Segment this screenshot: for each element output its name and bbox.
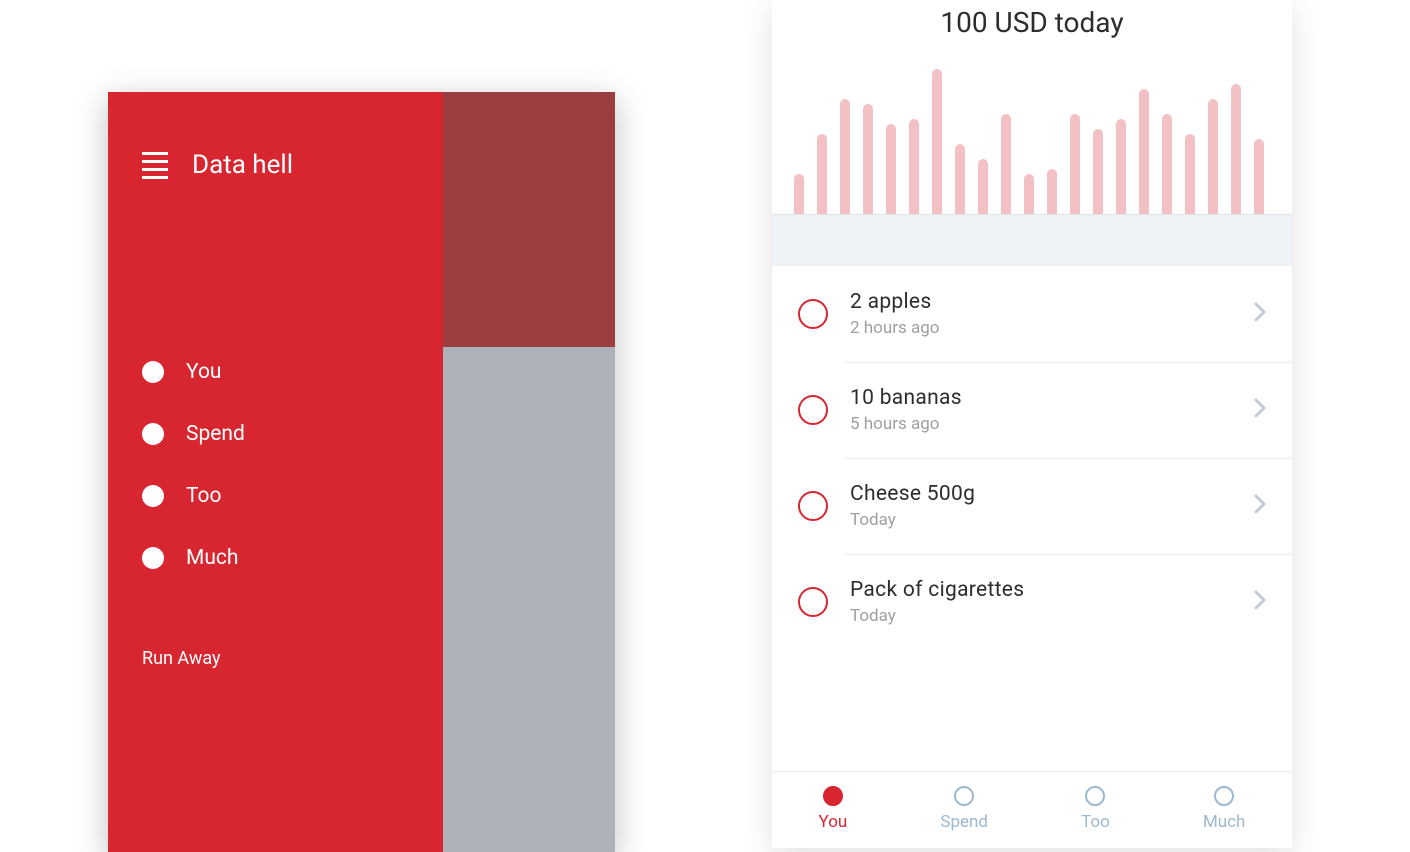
right-phone-mock: 100 USD today 2 apples 2 hours ago 10 bana… (772, 0, 1292, 848)
list-item-title: Pack of cigarettes (850, 578, 1254, 602)
chart-bar (932, 69, 942, 214)
tab-indicator-icon (954, 786, 974, 806)
nav-drawer: Data hell You Spend Too Much Run Away (108, 92, 443, 852)
chart-bar (794, 174, 804, 214)
tab-label: Much (1203, 812, 1245, 832)
chart-bar (955, 144, 965, 214)
chart-bar (1231, 84, 1241, 214)
list-item[interactable]: Cheese 500g Today (772, 458, 1292, 554)
bullet-icon (142, 423, 164, 445)
tab-spend[interactable]: Spend (940, 786, 988, 832)
tab-indicator-icon (1214, 786, 1234, 806)
category-circle-icon (798, 299, 828, 329)
list-item[interactable]: 10 bananas 5 hours ago (772, 362, 1292, 458)
list-item[interactable]: Pack of cigarettes Today (772, 554, 1292, 650)
list-item-title: 10 bananas (850, 386, 1254, 410)
bullet-icon (142, 485, 164, 507)
chart-bar (1185, 134, 1195, 214)
category-circle-icon (798, 395, 828, 425)
list-item-title: Cheese 500g (850, 482, 1254, 506)
list-item[interactable]: 2 apples 2 hours ago (772, 266, 1292, 362)
category-circle-icon (798, 491, 828, 521)
list-item-subtitle: 2 hours ago (850, 318, 1254, 338)
drawer-item-too[interactable]: Too (142, 484, 409, 508)
list-item-texts: Cheese 500g Today (850, 482, 1254, 530)
list-item-subtitle: Today (850, 510, 1254, 530)
chevron-right-icon (1254, 494, 1266, 518)
chart-bar (863, 104, 873, 214)
tab-label: Spend (940, 812, 988, 832)
summary-title: 100 USD today (772, 6, 1292, 39)
list-item-texts: 2 apples 2 hours ago (850, 290, 1254, 338)
drawer-footer-link[interactable]: Run Away (142, 648, 409, 669)
drawer-title: Data hell (192, 150, 293, 180)
chevron-right-icon (1254, 398, 1266, 422)
drawer-item-label: Much (186, 546, 238, 570)
bullet-icon (142, 547, 164, 569)
chevron-right-icon (1254, 302, 1266, 326)
list-item-subtitle: 5 hours ago (850, 414, 1254, 434)
chart-bar (1254, 139, 1264, 214)
chart-bar (978, 159, 988, 214)
chart-bar (1070, 114, 1080, 214)
chart-bar (1047, 169, 1057, 214)
chevron-right-icon (1254, 590, 1266, 614)
list-item-subtitle: Today (850, 606, 1254, 626)
tab-you[interactable]: You (819, 786, 848, 832)
list-item-texts: 10 bananas 5 hours ago (850, 386, 1254, 434)
chart-bar (909, 119, 919, 214)
tab-label: You (819, 812, 848, 832)
drawer-list: You Spend Too Much (142, 360, 409, 570)
chart-bar (817, 134, 827, 214)
chart-bar (840, 99, 850, 214)
section-divider (772, 214, 1292, 266)
list-item-texts: Pack of cigarettes Today (850, 578, 1254, 626)
bottom-tab-bar: You Spend Too Much (772, 771, 1292, 848)
list-item-title: 2 apples (850, 290, 1254, 314)
drawer-item-much[interactable]: Much (142, 546, 409, 570)
drawer-item-you[interactable]: You (142, 360, 409, 384)
drawer-item-label: Spend (186, 422, 245, 446)
tab-too[interactable]: Too (1081, 786, 1110, 832)
drawer-item-label: Too (186, 484, 221, 508)
chart-bar (1139, 89, 1149, 214)
drawer-item-spend[interactable]: Spend (142, 422, 409, 446)
category-circle-icon (798, 587, 828, 617)
left-phone-mock: Data hell You Spend Too Much Run Away (108, 92, 615, 852)
chart-bar (1162, 114, 1172, 214)
chart-bar (1024, 174, 1034, 214)
chart-bar (1116, 119, 1126, 214)
tab-indicator-icon (823, 786, 843, 806)
hamburger-icon[interactable] (142, 152, 168, 179)
chart-bar (1208, 99, 1218, 214)
bullet-icon (142, 361, 164, 383)
drawer-item-label: You (186, 360, 222, 384)
chart-bar (886, 124, 896, 214)
tab-much[interactable]: Much (1203, 786, 1245, 832)
tab-label: Too (1081, 812, 1110, 832)
spending-chart (772, 39, 1292, 214)
transaction-list: 2 apples 2 hours ago 10 bananas 5 hours ago… (772, 266, 1292, 771)
tab-indicator-icon (1085, 786, 1105, 806)
chart-bar (1001, 114, 1011, 214)
chart-bar (1093, 129, 1103, 214)
